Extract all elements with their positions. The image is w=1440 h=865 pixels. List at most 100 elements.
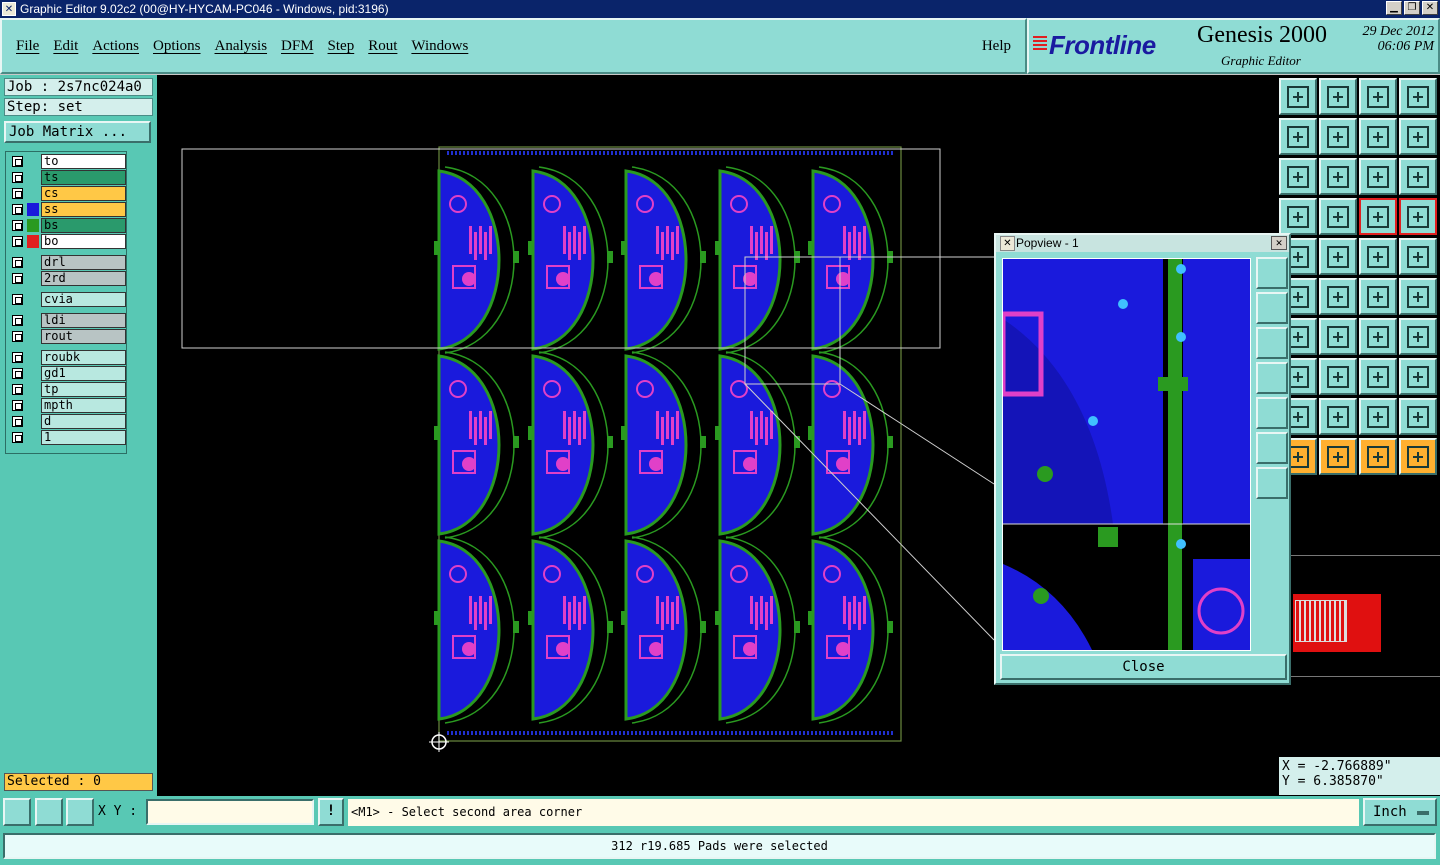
menu-file[interactable]: File — [16, 38, 39, 55]
layer-checkbox[interactable] — [12, 172, 23, 183]
help-icon[interactable] — [1399, 158, 1437, 195]
layer-row-bs[interactable]: bs — [8, 218, 126, 233]
menu-windows[interactable]: Windows — [411, 38, 468, 55]
layer-checkbox[interactable] — [12, 220, 23, 231]
popview-pan-right-icon[interactable] — [1256, 397, 1288, 429]
maximize-button[interactable]: ❐ — [1404, 1, 1420, 15]
popview-center-icon[interactable] — [1256, 467, 1288, 499]
layer-checkbox[interactable] — [12, 432, 23, 443]
layer-row-ldi[interactable]: ldi — [8, 313, 126, 328]
xy-input[interactable] — [146, 799, 314, 825]
layer-checkbox[interactable] — [12, 257, 23, 268]
popview-close-icon[interactable]: ✕ — [1271, 236, 1287, 250]
layer-row-tp[interactable]: tp — [8, 382, 126, 397]
menu-help[interactable]: Help — [982, 38, 1011, 55]
layer-name[interactable]: cvia — [41, 292, 126, 307]
units-dropdown[interactable]: Inch — [1363, 798, 1437, 826]
layer-name[interactable]: tp — [41, 382, 126, 397]
layer-checkbox[interactable] — [12, 188, 23, 199]
resize-icon[interactable] — [1359, 358, 1397, 395]
layer-row-to[interactable]: to — [8, 154, 126, 169]
layer-name[interactable]: gd1 — [41, 366, 126, 381]
layer-name[interactable]: bo — [41, 234, 126, 249]
popview-canvas[interactable] — [1002, 258, 1251, 651]
layer-name[interactable]: rout — [41, 329, 126, 344]
layer-checkbox[interactable] — [12, 315, 23, 326]
layer-row-gd1[interactable]: gd1 — [8, 366, 126, 381]
swap-icon[interactable] — [1359, 118, 1397, 155]
menu-options[interactable]: Options — [153, 38, 201, 55]
pan-icon[interactable] — [1399, 118, 1437, 155]
triangle-b-icon[interactable] — [1319, 398, 1357, 435]
move-icon[interactable] — [1359, 278, 1397, 315]
minimap[interactable] — [1293, 594, 1381, 652]
window-icon[interactable] — [1399, 78, 1437, 115]
line-icon[interactable] — [1319, 318, 1357, 355]
arc-icon[interactable] — [1359, 318, 1397, 355]
wrench-icon[interactable] — [1279, 198, 1317, 235]
layer-checkbox[interactable] — [12, 416, 23, 427]
arch-b-icon[interactable] — [1399, 398, 1437, 435]
layer-name[interactable]: bs — [41, 218, 126, 233]
layer-row-mpth[interactable]: mpth — [8, 398, 126, 413]
menu-analysis[interactable]: Analysis — [215, 38, 268, 55]
snap-icon[interactable] — [3, 798, 31, 826]
layer-checkbox[interactable] — [12, 352, 23, 363]
layer-name[interactable]: cs — [41, 186, 126, 201]
dot-icon[interactable] — [1399, 238, 1437, 275]
popview-close-button[interactable]: Close — [1000, 654, 1287, 680]
redo-icon[interactable] — [1319, 118, 1357, 155]
layer-checkbox[interactable] — [12, 273, 23, 284]
menu-rout[interactable]: Rout — [368, 38, 397, 55]
popview-zoom-down-icon[interactable] — [1256, 327, 1288, 359]
menu-step[interactable]: Step — [328, 38, 355, 55]
layer-row-d[interactable]: d — [8, 414, 126, 429]
close-window-button[interactable]: ✕ — [1422, 1, 1438, 15]
measure-line-icon[interactable] — [1319, 238, 1357, 275]
popview-zoom-out-icon[interactable] — [1256, 292, 1288, 324]
layer-row-bo[interactable]: bo — [8, 234, 126, 249]
layer-name[interactable]: ts — [41, 170, 126, 185]
snap-point-icon[interactable] — [1319, 198, 1357, 235]
layer-name[interactable]: ldi — [41, 313, 126, 328]
layer-row-2rd[interactable]: 2rd — [8, 271, 126, 286]
grid-icon[interactable] — [66, 798, 94, 826]
layer-name[interactable]: 2rd — [41, 271, 126, 286]
layer-color-icon[interactable] — [1359, 198, 1397, 235]
layer-name[interactable]: roubk — [41, 350, 126, 365]
layer-checkbox[interactable] — [12, 331, 23, 342]
measure-icon[interactable] — [35, 798, 63, 826]
layer-display-icon[interactable] — [1399, 198, 1437, 235]
minimize-button[interactable]: ▁ — [1386, 1, 1402, 15]
layer-checkbox[interactable] — [12, 368, 23, 379]
zoom-fit-icon[interactable] — [1279, 158, 1317, 195]
layer-row-drl[interactable]: drl — [8, 255, 126, 270]
copy-icon[interactable] — [1399, 278, 1437, 315]
zoom-center-icon[interactable] — [1319, 158, 1357, 195]
ruler-icon[interactable] — [1359, 238, 1397, 275]
layer-name[interactable]: ss — [41, 202, 126, 217]
home-icon[interactable] — [1359, 78, 1397, 115]
layer-name[interactable]: d — [41, 414, 126, 429]
layer-row-1[interactable]: 1 — [8, 430, 126, 445]
merge-icon[interactable] — [1399, 358, 1437, 395]
layer-name[interactable]: to — [41, 154, 126, 169]
delete-icon[interactable] — [1319, 278, 1357, 315]
popview-zoom-in-icon[interactable] — [1256, 257, 1288, 289]
cut-icon[interactable] — [1319, 358, 1357, 395]
menu-actions[interactable]: Actions — [92, 38, 139, 55]
popview-fit-icon[interactable] — [1256, 432, 1288, 464]
arrow-select-icon[interactable] — [1319, 438, 1357, 475]
menu-dfm[interactable]: DFM — [281, 38, 314, 55]
layer-checkbox[interactable] — [12, 236, 23, 247]
layer-row-rout[interactable]: rout — [8, 329, 126, 344]
layer-row-roubk[interactable]: roubk — [8, 350, 126, 365]
layer-row-ss[interactable]: ss — [8, 202, 126, 217]
save-icon[interactable] — [1319, 78, 1357, 115]
arch-icon[interactable] — [1359, 398, 1397, 435]
popview-pan-left-icon[interactable] — [1256, 362, 1288, 394]
menu-edit[interactable]: Edit — [53, 38, 78, 55]
layer-name[interactable]: mpth — [41, 398, 126, 413]
layer-row-cs[interactable]: cs — [8, 186, 126, 201]
pointer-icon[interactable] — [1359, 438, 1397, 475]
